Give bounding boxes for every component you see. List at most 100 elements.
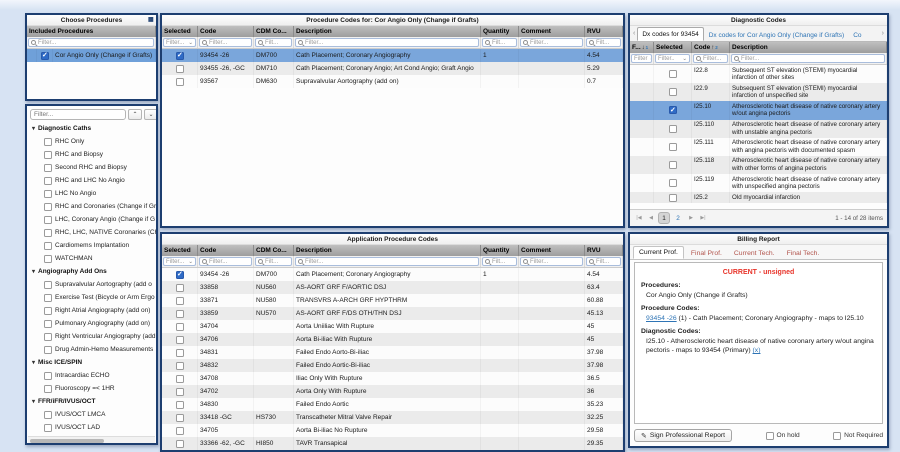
tree-caret-icon[interactable]: ▾ [32,268,35,275]
description-filter[interactable]: Filter... [295,257,479,266]
table-row[interactable]: 34830 Failed Endo Aortic 35.23 [162,398,623,411]
table-row[interactable]: 34706 Aorta Bi-iliac With Rupture 45 [162,333,623,346]
table-row[interactable]: I25.2 Old myocardial infarction [630,192,887,203]
not-required-checkbox[interactable] [833,432,841,440]
tree-item[interactable]: RHC Only [27,135,156,148]
row-checkbox[interactable] [176,271,184,279]
tree-item-checkbox[interactable] [44,190,52,198]
quantity-filter[interactable]: Filt... [482,257,517,266]
table-row[interactable]: 33418 -GC HS730 Transcatheter Mitral Val… [162,411,623,424]
row-checkbox[interactable] [176,427,184,435]
column-quantity[interactable]: Quantity [481,245,519,256]
description-filter[interactable]: Filter... [731,54,885,63]
tree-item[interactable]: IVUS/OCT LMCA [27,408,156,421]
tree-item-checkbox[interactable] [44,177,52,185]
billing-tab[interactable]: Current Prof. [633,246,684,259]
table-row[interactable]: I25.119 Atherosclerotic heart disease of… [630,174,887,192]
row-checkbox[interactable] [669,88,677,96]
page-1-button[interactable]: 1 [658,212,670,224]
tree-item-checkbox[interactable] [44,411,52,419]
tree-item-checkbox[interactable] [44,320,52,328]
row-checkbox[interactable] [176,375,184,383]
tree-group-header[interactable]: ▾ Angiography Add Ons [27,265,156,278]
favorite-cell[interactable] [630,156,654,174]
quantity-filter[interactable]: Filt... [482,38,517,47]
panel-menu-icon[interactable]: ▦ [148,17,154,23]
tree-group-header[interactable]: ▾ Diagnostic Caths [27,122,156,135]
table-row[interactable]: 93454 -26 DM700 Cath Placement; Coronary… [162,49,623,62]
table-row[interactable]: I25.118 Atherosclerotic heart disease of… [630,156,887,174]
row-checkbox[interactable] [176,52,184,60]
row-checkbox[interactable] [669,194,677,202]
page-2-button[interactable]: 2 [672,212,684,224]
table-row[interactable]: I25.111 Atherosclerotic heart disease of… [630,138,887,156]
table-row[interactable]: I25.10 Atherosclerotic heart disease of … [630,101,887,119]
prev-page-button[interactable]: ◀ [646,213,656,224]
row-handle[interactable] [27,49,37,62]
tree-item-checkbox[interactable] [44,424,52,432]
table-row[interactable]: 34702 Aorta Only With Rupture 36 [162,385,623,398]
row-checkbox[interactable] [176,323,184,331]
comment-filter[interactable]: Filter... [520,38,583,47]
row-checkbox[interactable] [176,388,184,396]
favorite-cell[interactable] [630,192,654,203]
column-selected[interactable]: Selected [654,42,692,53]
tree-caret-icon[interactable]: ▾ [32,359,35,366]
horizontal-scrollbar[interactable] [28,436,155,443]
first-page-button[interactable]: |◀ [634,213,644,224]
table-row[interactable]: 33366 -62, -GC HI850 TAVR Transapical 29… [162,437,623,450]
tree-item[interactable]: LHC No Angio [27,187,156,200]
favorite-cell[interactable] [630,101,654,119]
tree-item-checkbox[interactable] [44,372,52,380]
tree-item[interactable]: Drug Admin-Hemo Measurements [27,343,156,356]
billing-tab[interactable]: Final Tech. [782,248,825,259]
tree-item-checkbox[interactable] [44,216,52,224]
code-filter[interactable]: Filter... [199,257,252,266]
remove-diagnosis-link[interactable]: (x) [753,347,761,354]
tree-item[interactable]: IVUS/OCT LAD [27,421,156,434]
favorite-cell[interactable] [630,138,654,156]
table-row[interactable]: 34704 Aorta Uniiliac With Rupture 45 [162,320,623,333]
table-row[interactable]: 93455 -26, -GC DM710 Cath Placement; Cor… [162,62,623,75]
scrollbar-thumb[interactable] [30,439,104,443]
column-favorite[interactable]: F...↓1 [630,42,654,53]
tree-group-header[interactable]: ▾ FFR/iFR/IVUS/OCT [27,395,156,408]
diagnostic-tab[interactable]: Dx codes for Cor Angio Only (Change if G… [705,29,848,41]
row-checkbox[interactable] [176,297,184,305]
row-checkbox[interactable] [669,70,677,78]
billing-tab[interactable]: Final Prof. [686,248,727,259]
tree-item-checkbox[interactable] [44,242,52,250]
tab-scroll-left-icon[interactable]: ‹ [632,30,636,37]
row-checkbox[interactable] [176,362,184,370]
favorite-cell[interactable] [630,83,654,101]
table-row[interactable]: 93454 -26 DM700 Cath Placement; Coronary… [162,268,623,281]
table-row[interactable]: 93567 DM630 Supravalvular Aortography (a… [162,75,623,88]
favorite-filter[interactable]: Filter⌄ [631,54,652,63]
tree-item-checkbox[interactable] [44,333,52,341]
table-row[interactable]: I22.9 Subsequent ST elevation (STEMI) my… [630,83,887,101]
column-code[interactable]: Code [198,26,254,37]
column-rvu[interactable]: RVU [585,245,623,256]
row-checkbox[interactable] [176,78,184,86]
favorite-cell[interactable] [630,120,654,138]
tree-item[interactable]: Intracardiac ECHO [27,369,156,382]
tree-item-checkbox[interactable] [44,294,52,302]
table-row[interactable]: 33858 NU560 AS-AORT GRF F/AORTIC DSJ 63.… [162,281,623,294]
tree-group-header[interactable]: ▾ Misc ICE/SPIN [27,356,156,369]
tree-item-checkbox[interactable] [44,385,52,393]
tree-item[interactable]: Second RHC and Biopsy [27,161,156,174]
cdm-filter[interactable]: Filt... [255,257,292,266]
tree-item-checkbox[interactable] [44,229,52,237]
table-row[interactable]: 33859 NU570 AS-AORT GRF F/DS OTH/THN DSJ… [162,307,623,320]
included-procedures-header[interactable]: Included Procedures [27,26,156,37]
column-description[interactable]: Description [294,245,481,256]
included-procedures-filter-input[interactable]: Filter... [28,38,154,47]
tree-caret-icon[interactable]: ▾ [32,125,35,132]
table-row[interactable]: 34708 Iliac Only With Rupture 36.5 [162,372,623,385]
code-filter[interactable]: Filter... [199,38,252,47]
column-code[interactable]: Code [198,245,254,256]
tree-item-checkbox[interactable] [44,281,52,289]
rvu-filter[interactable]: Filt... [586,38,621,47]
row-checkbox[interactable] [176,284,184,292]
column-selected[interactable]: Selected [162,26,198,37]
